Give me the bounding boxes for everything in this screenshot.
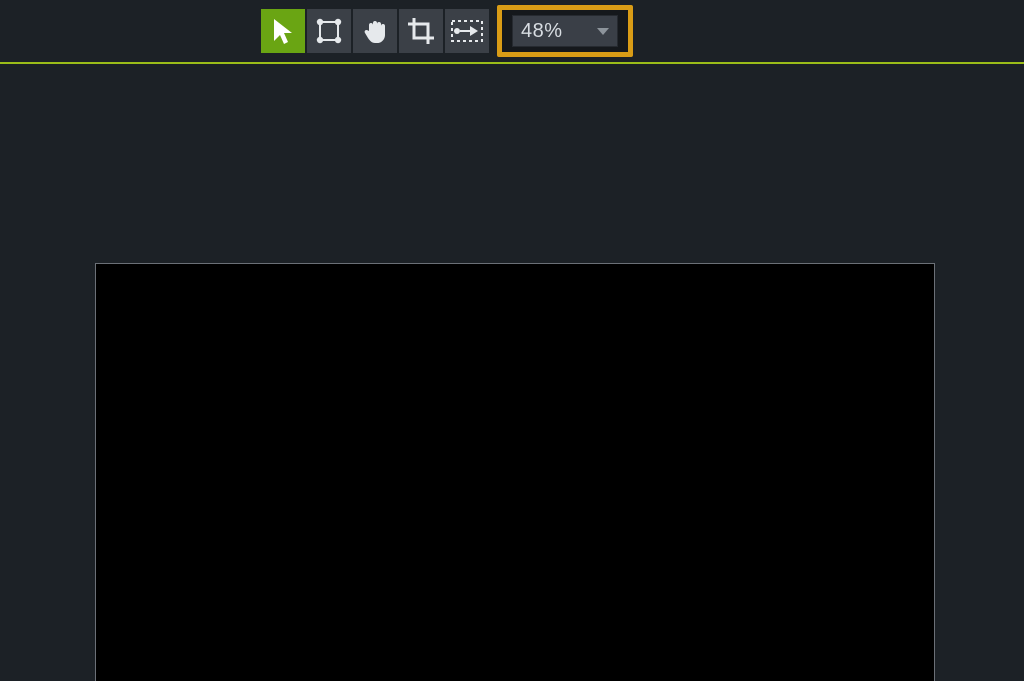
- canvas[interactable]: [95, 263, 935, 681]
- motion-path-icon: [450, 16, 484, 46]
- hand-pan-tool[interactable]: [353, 9, 397, 53]
- crop-tool[interactable]: [399, 9, 443, 53]
- tool-group: 48%: [261, 5, 633, 57]
- zoom-dropdown[interactable]: 48%: [512, 15, 618, 47]
- pointer-icon: [270, 17, 296, 45]
- chevron-down-icon: [597, 28, 609, 35]
- hand-icon: [361, 17, 389, 45]
- vertex-select-icon: [314, 16, 344, 46]
- crop-icon: [406, 16, 436, 46]
- zoom-value: 48%: [521, 20, 597, 43]
- zoom-dropdown-highlight: 48%: [497, 5, 633, 57]
- vertex-select-tool[interactable]: [307, 9, 351, 53]
- edit-pointer-tool[interactable]: [261, 9, 305, 53]
- toolbar: 48%: [0, 0, 1024, 64]
- motion-path-tool[interactable]: [445, 9, 489, 53]
